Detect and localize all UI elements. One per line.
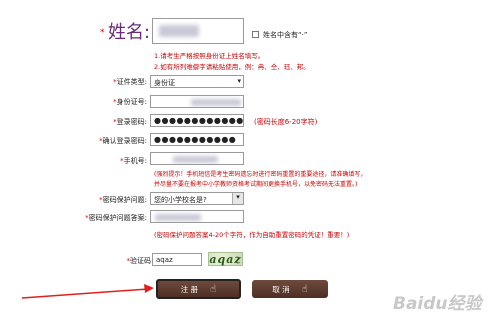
watermark: Baidu经验	[393, 294, 482, 314]
annotation-arrow	[21, 284, 154, 299]
